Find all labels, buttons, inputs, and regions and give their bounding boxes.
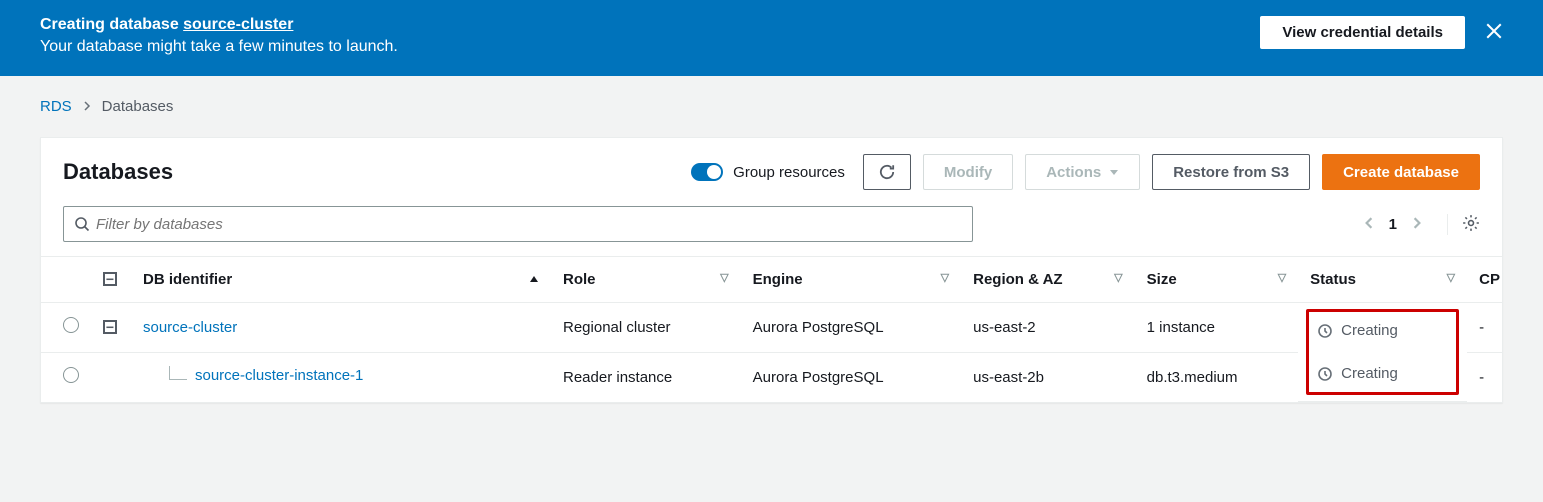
column-size[interactable]: Size ▽ (1135, 257, 1299, 303)
cell-engine: Aurora PostgreSQL (741, 303, 961, 353)
notification-db-link[interactable]: source-cluster (183, 16, 293, 33)
header-label: Region & AZ (973, 271, 1062, 288)
header-label: CP (1479, 271, 1500, 288)
notification-bar: Creating database source-cluster Your da… (0, 0, 1543, 76)
cell-cpu: - (1467, 303, 1502, 353)
cell-cpu: - (1467, 352, 1502, 401)
notification-subtitle: Your database might take a few minutes t… (40, 38, 398, 56)
table-row: source-cluster-instance-1 Reader instanc… (41, 352, 1502, 401)
cell-role: Regional cluster (551, 303, 741, 353)
column-select (41, 257, 91, 303)
table-row: − source-cluster Regional cluster Aurora… (41, 303, 1502, 353)
db-identifier-link[interactable]: source-cluster (143, 319, 237, 336)
db-identifier-link[interactable]: source-cluster-instance-1 (195, 367, 363, 384)
filter-icon: ▽ (941, 271, 949, 284)
pager-page-number: 1 (1389, 216, 1397, 233)
pager-next[interactable] (1411, 216, 1423, 232)
refresh-button[interactable] (863, 154, 911, 190)
sort-asc-icon (529, 271, 539, 288)
databases-table: − DB identifier Role ▽ Engine ▽ Region &… (41, 257, 1502, 402)
close-icon[interactable] (1485, 20, 1503, 46)
filter-icon: ▽ (1114, 271, 1122, 284)
cell-size: db.t3.medium (1135, 352, 1299, 401)
cell-region: us-east-2 (961, 303, 1135, 353)
filter-icon: ▽ (1447, 271, 1455, 284)
group-resources-label: Group resources (733, 164, 845, 181)
row-select-radio[interactable] (63, 317, 79, 333)
pager-prev[interactable] (1363, 216, 1375, 232)
settings-gear-button[interactable] (1447, 214, 1480, 235)
view-credential-details-button[interactable]: View credential details (1260, 16, 1465, 49)
cell-role: Reader instance (551, 352, 741, 401)
restore-from-s3-button[interactable]: Restore from S3 (1152, 154, 1310, 190)
column-db-identifier[interactable]: DB identifier (131, 257, 551, 303)
caret-down-icon (1109, 167, 1119, 177)
collapse-row-icon[interactable]: − (103, 320, 117, 334)
filter-input-wrap[interactable] (63, 206, 973, 242)
chevron-right-icon (82, 98, 92, 115)
filter-input[interactable] (90, 210, 962, 239)
status-text: Creating (1341, 322, 1398, 339)
header-label: Status (1310, 271, 1356, 288)
clock-icon (1317, 366, 1333, 382)
breadcrumb-root[interactable]: RDS (40, 98, 72, 115)
header-label: DB identifier (143, 271, 232, 288)
cell-size: 1 instance (1135, 303, 1299, 353)
tree-line-icon (169, 366, 187, 380)
create-database-button[interactable]: Create database (1322, 154, 1480, 190)
row-select-radio[interactable] (63, 367, 79, 383)
modify-button[interactable]: Modify (923, 154, 1013, 190)
clock-icon (1317, 323, 1333, 339)
cell-engine: Aurora PostgreSQL (741, 352, 961, 401)
column-engine[interactable]: Engine ▽ (741, 257, 961, 303)
status-highlight-box: Creating Creating (1306, 309, 1459, 395)
notification-title: Creating database source-cluster (40, 16, 398, 34)
actions-button[interactable]: Actions (1025, 154, 1140, 190)
column-expand[interactable]: − (91, 257, 131, 303)
header-label: Engine (753, 271, 803, 288)
actions-label: Actions (1046, 164, 1101, 181)
status-text: Creating (1341, 365, 1398, 382)
search-icon (74, 216, 90, 232)
group-resources-toggle[interactable] (691, 163, 723, 181)
cell-region: us-east-2b (961, 352, 1135, 401)
column-cpu[interactable]: CP (1467, 257, 1502, 303)
page-title: Databases (63, 159, 173, 185)
header-label: Size (1147, 271, 1177, 288)
notification-title-prefix: Creating database (40, 16, 183, 33)
column-region-az[interactable]: Region & AZ ▽ (961, 257, 1135, 303)
column-role[interactable]: Role ▽ (551, 257, 741, 303)
column-status[interactable]: Status ▽ (1298, 257, 1467, 303)
databases-panel: Databases Group resources Modify Actions… (40, 137, 1503, 403)
filter-icon: ▽ (1278, 271, 1286, 284)
breadcrumb: RDS Databases (0, 76, 1543, 137)
filter-icon: ▽ (720, 271, 728, 284)
header-label: Role (563, 271, 596, 288)
collapse-all-icon[interactable]: − (103, 272, 117, 286)
breadcrumb-current: Databases (102, 98, 174, 115)
